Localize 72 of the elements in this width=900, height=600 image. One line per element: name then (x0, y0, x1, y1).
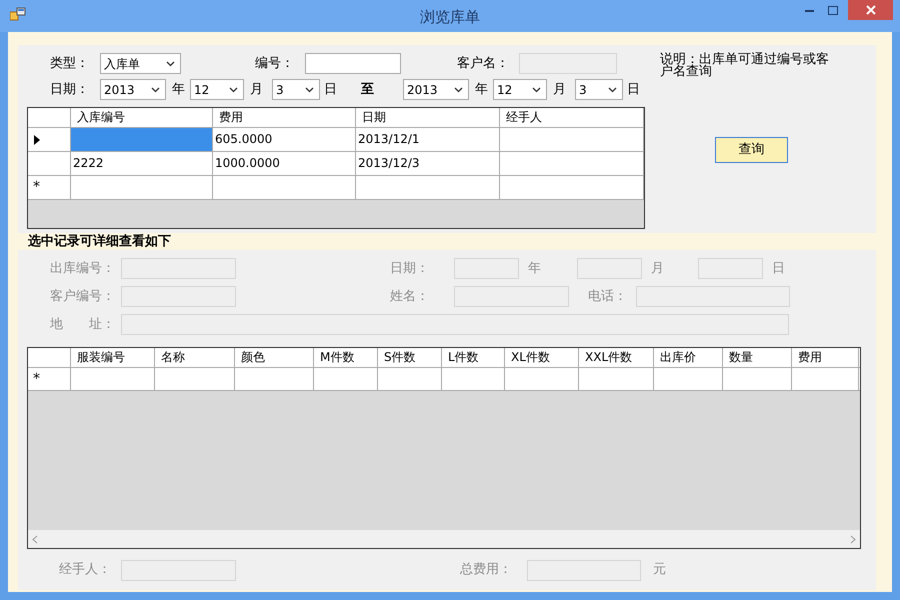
dropdown[interactable]: 3 (272, 79, 320, 100)
chevron-down-icon (454, 86, 463, 92)
scroll-right-icon[interactable] (850, 534, 856, 544)
close-icon (866, 5, 876, 15)
current-row-icon (34, 134, 40, 144)
search-button[interactable]: 查询 (715, 137, 788, 163)
input-field[interactable] (454, 258, 519, 279)
dropdown[interactable]: 12 (493, 79, 547, 100)
dropdown[interactable]: 2013 (403, 79, 469, 100)
input-field[interactable] (121, 560, 236, 580)
input-field[interactable] (698, 258, 763, 279)
table-cell[interactable]: 1000.0000 (213, 152, 356, 175)
month-label: 月 (552, 80, 567, 99)
table-cell[interactable]: 605.0000 (213, 128, 356, 151)
column-header[interactable]: 入库编号 (71, 108, 213, 127)
new-row-marker: * (33, 370, 40, 388)
address-label: 地 址： (50, 316, 116, 334)
customer-label: 客户名： (457, 54, 510, 73)
handler-label: 经手人： (59, 561, 112, 580)
minimize-icon (804, 8, 814, 12)
chevron-down-icon (305, 86, 314, 92)
currency-label: 元 (653, 561, 666, 580)
dropdown[interactable]: 入库单 (100, 53, 181, 74)
chevron-down-icon (532, 86, 541, 92)
year-label: 年 (474, 80, 489, 99)
dropdown[interactable]: 2013 (100, 79, 166, 100)
chevron-down-icon (151, 86, 160, 92)
maximize-icon (828, 6, 838, 14)
year-label: 年 (171, 80, 186, 99)
input-field[interactable] (305, 53, 401, 74)
input-field[interactable] (121, 314, 789, 335)
input-field[interactable] (577, 258, 642, 279)
type-label: 类型： (50, 54, 90, 73)
chevron-down-icon (166, 60, 175, 66)
window-title: 浏览库单 (420, 7, 480, 28)
column-header[interactable]: 费用 (213, 108, 356, 127)
chevron-down-icon (229, 86, 238, 92)
table-cell[interactable] (71, 128, 213, 151)
month-label: 月 (249, 80, 264, 99)
month-label: 月 (651, 260, 665, 278)
date-label: 日期： (390, 260, 430, 278)
section-title: 选中记录可详细查看如下 (28, 232, 171, 251)
column-header[interactable]: 经手人 (500, 108, 644, 127)
range-separator: 至 (361, 80, 375, 99)
customer-number-label: 客户编号： (50, 288, 116, 306)
chevron-down-icon (608, 86, 617, 92)
day-label: 日 (323, 80, 337, 99)
number-label: 编号： (255, 54, 295, 73)
phone-label: 电话： (588, 288, 628, 306)
close-button[interactable] (848, 0, 893, 20)
date-label: 日期： (50, 80, 90, 99)
table-cell[interactable]: 2013/12/3 (356, 152, 500, 175)
dropdown[interactable]: 3 (575, 79, 623, 100)
horizontal-scrollbar[interactable] (28, 530, 860, 548)
new-row-marker: * (33, 178, 40, 197)
input-field[interactable] (636, 286, 790, 307)
input-field[interactable] (121, 286, 236, 307)
table-cell[interactable]: 2013/12/1 (356, 128, 500, 151)
year-label: 年 (528, 260, 542, 278)
app-icon (10, 7, 26, 21)
note-text: 说明：出库单可通过编号或客户名查询 (660, 54, 830, 78)
day-label: 日 (626, 80, 640, 99)
name-label: 姓名： (390, 288, 430, 306)
input-field[interactable] (527, 560, 641, 580)
input-field[interactable] (454, 286, 569, 307)
dropdown[interactable]: 12 (190, 79, 244, 100)
table-cell[interactable]: 2222 (71, 152, 213, 175)
outbound-number-label: 出库编号： (50, 260, 116, 278)
day-label: 日 (772, 260, 785, 278)
total-fee-label: 总费用： (460, 561, 513, 580)
column-header[interactable]: 日期 (356, 108, 500, 127)
scroll-left-icon[interactable] (32, 534, 38, 544)
